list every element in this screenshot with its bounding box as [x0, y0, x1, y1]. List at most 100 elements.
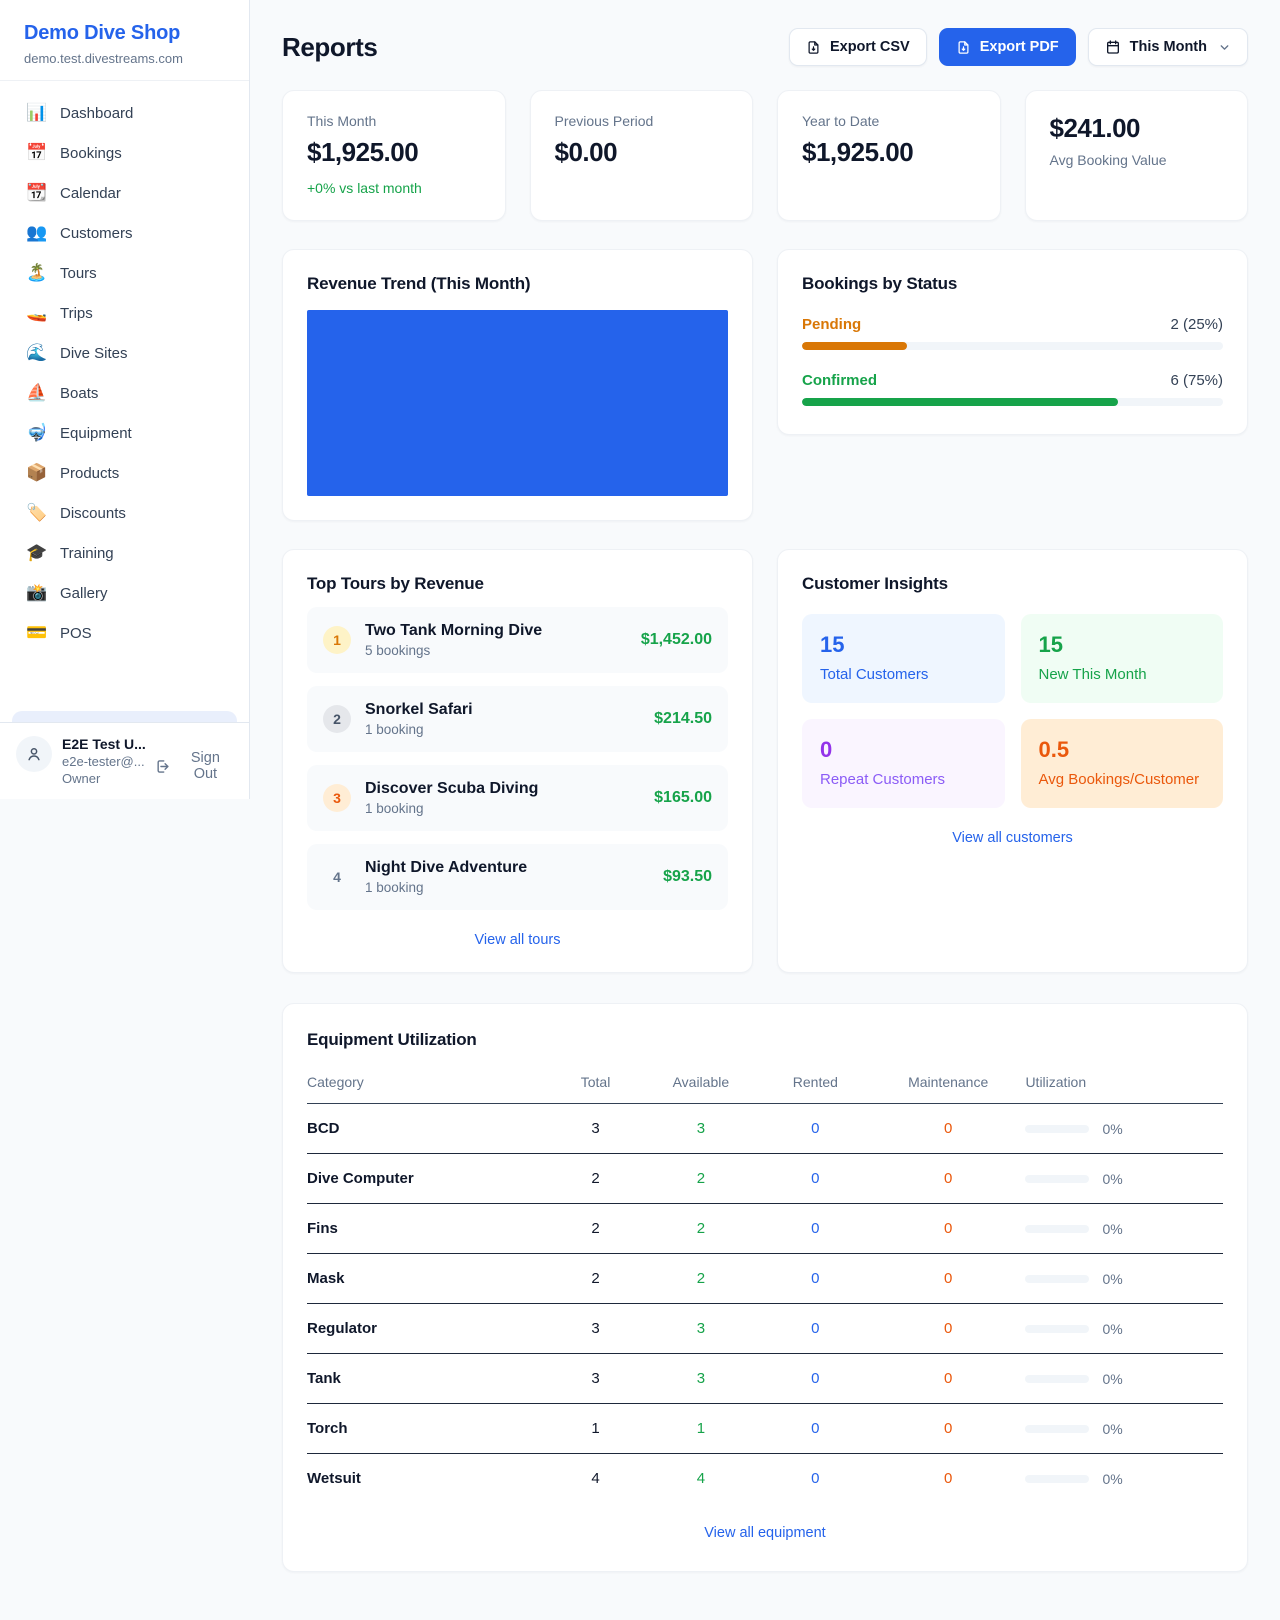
utilization-track — [1025, 1175, 1089, 1183]
user-email: e2e-tester@... — [62, 754, 144, 769]
cell-rented: 0 — [811, 1470, 819, 1487]
sidebar-item-label: Customers — [60, 225, 133, 242]
camera-icon: 📸 — [26, 583, 46, 603]
stat-cards-row: This Month $1,925.00 +0% vs last month P… — [282, 90, 1248, 221]
user-role: Owner — [62, 771, 144, 786]
utilization-percent: 0% — [1102, 1121, 1122, 1137]
sidebar-item-dive-sites[interactable]: 🌊Dive Sites — [12, 333, 237, 373]
tile-avg-bookings-customer: 0.5 Avg Bookings/Customer — [1021, 719, 1224, 808]
cell-rented: 0 — [811, 1370, 819, 1387]
stat-value: $1,925.00 — [307, 137, 481, 168]
export-pdf-label: Export PDF — [980, 39, 1059, 55]
app-root: Demo Dive Shop demo.test.divestreams.com… — [0, 0, 1280, 1620]
utilization-track — [1025, 1475, 1089, 1483]
sidebar-item-equipment[interactable]: 🤿Equipment — [12, 413, 237, 453]
tile-repeat-customers: 0 Repeat Customers — [802, 719, 1005, 808]
tour-revenue: $1,452.00 — [641, 631, 712, 649]
stat-card-this-month: This Month $1,925.00 +0% vs last month — [282, 90, 506, 221]
cell-total: 3 — [545, 1304, 646, 1354]
people-icon: 👥 — [26, 223, 46, 243]
period-label: This Month — [1130, 39, 1207, 55]
tour-name: Discover Scuba Diving — [365, 780, 538, 797]
top-tours-card: Top Tours by Revenue 1 Two Tank Morning … — [282, 549, 753, 973]
island-icon: 🏝️ — [26, 263, 46, 283]
cell-available: 3 — [697, 1320, 705, 1337]
calendar-date-icon: 📅 — [26, 143, 46, 163]
sidebar-item-label: Boats — [60, 385, 98, 402]
cell-category: Dive Computer — [307, 1154, 545, 1204]
sidebar-item-bookings[interactable]: 📅Bookings — [12, 133, 237, 173]
stat-value: $1,925.00 — [802, 137, 976, 168]
cell-available: 2 — [697, 1220, 705, 1237]
sidebar-item-tours[interactable]: 🏝️ Tours — [12, 253, 237, 293]
sidebar-item-customers[interactable]: 👥 Customers — [12, 213, 237, 253]
stat-card-avg-booking-value: $241.00 Avg Booking Value — [1025, 90, 1249, 221]
package-icon: 📦 — [26, 463, 46, 483]
sidebar-item-training[interactable]: 🎓Training — [12, 533, 237, 573]
sidebar-item-active-partial[interactable] — [12, 711, 237, 722]
file-download-icon — [806, 40, 821, 55]
speedboat-icon: 🚤 — [26, 303, 46, 323]
cell-available: 4 — [697, 1470, 705, 1487]
view-all-customers-link[interactable]: View all customers — [802, 830, 1223, 846]
sidebar-item-label: Tours — [60, 265, 97, 282]
tile-value: 0 — [820, 737, 987, 763]
status-count: 6 (75%) — [1170, 372, 1223, 389]
equipment-table: Category Total Available Rented Maintena… — [307, 1070, 1223, 1503]
tour-revenue: $165.00 — [654, 789, 712, 807]
column-header-total: Total — [545, 1070, 646, 1104]
view-all-tours-link[interactable]: View all tours — [307, 910, 728, 948]
stat-label: This Month — [307, 113, 481, 129]
page-title: Reports — [282, 32, 377, 63]
insights-row: Top Tours by Revenue 1 Two Tank Morning … — [282, 549, 1248, 973]
equipment-utilization-title: Equipment Utilization — [307, 1030, 1223, 1050]
tour-name: Two Tank Morning Dive — [365, 622, 542, 639]
sidebar-item-label: Discounts — [60, 505, 126, 522]
stat-label: Previous Period — [555, 113, 729, 129]
utilization-percent: 0% — [1102, 1421, 1122, 1437]
sidebar-item-pos[interactable]: 💳POS — [12, 613, 237, 653]
export-csv-button[interactable]: Export CSV — [789, 28, 927, 66]
cell-maintenance: 0 — [944, 1470, 952, 1487]
cell-category: Torch — [307, 1404, 545, 1454]
cell-rented: 0 — [811, 1270, 819, 1287]
cell-rented: 0 — [811, 1320, 819, 1337]
period-selector[interactable]: This Month — [1088, 28, 1248, 66]
utilization-track — [1025, 1425, 1089, 1433]
sidebar-item-products[interactable]: 📦 Products — [12, 453, 237, 493]
utilization-percent: 0% — [1102, 1371, 1122, 1387]
brand-block: Demo Dive Shop demo.test.divestreams.com — [0, 0, 249, 81]
table-row: Wetsuit 4 4 0 0 0% — [307, 1454, 1223, 1504]
person-icon — [25, 745, 43, 763]
table-row: Fins 2 2 0 0 0% — [307, 1204, 1223, 1254]
tear-off-calendar-icon: 📆 — [26, 183, 46, 203]
sidebar-item-discounts[interactable]: 🏷️ Discounts — [12, 493, 237, 533]
header-actions: Export CSV Export PDF This Month — [789, 28, 1248, 66]
tag-icon: 🏷️ — [26, 503, 46, 523]
sidebar-item-calendar[interactable]: 📆Calendar — [12, 173, 237, 213]
sidebar-item-dashboard[interactable]: 📊Dashboard — [12, 93, 237, 133]
cell-category: BCD — [307, 1104, 545, 1154]
export-pdf-button[interactable]: Export PDF — [939, 28, 1076, 66]
utilization-percent: 0% — [1102, 1221, 1122, 1237]
graduation-cap-icon: 🎓 — [26, 543, 46, 563]
view-all-equipment-link[interactable]: View all equipment — [307, 1525, 1223, 1541]
sidebar-item-label: Products — [60, 465, 119, 482]
sidebar-item-boats[interactable]: ⛵ Boats — [12, 373, 237, 413]
utilization-percent: 0% — [1102, 1321, 1122, 1337]
column-header-available: Available — [646, 1070, 756, 1104]
tour-bookings: 1 booking — [365, 722, 473, 737]
revenue-bar — [307, 310, 728, 496]
sign-out-button[interactable]: Sign Out — [154, 750, 233, 782]
cell-category: Wetsuit — [307, 1454, 545, 1504]
charts-row: Revenue Trend (This Month) Bookings by S… — [282, 249, 1248, 521]
diving-mask-icon: 🤿 — [26, 423, 46, 443]
sign-out-label: Sign Out — [178, 750, 233, 782]
stat-label: Year to Date — [802, 113, 976, 129]
sailboat-icon: ⛵ — [26, 383, 46, 403]
tour-row: 1 Two Tank Morning Dive5 bookings $1,452… — [307, 607, 728, 673]
utilization-percent: 0% — [1102, 1171, 1122, 1187]
sidebar-item-gallery[interactable]: 📸Gallery — [12, 573, 237, 613]
sidebar-item-trips[interactable]: 🚤Trips — [12, 293, 237, 333]
tile-total-customers: 15 Total Customers — [802, 614, 1005, 703]
